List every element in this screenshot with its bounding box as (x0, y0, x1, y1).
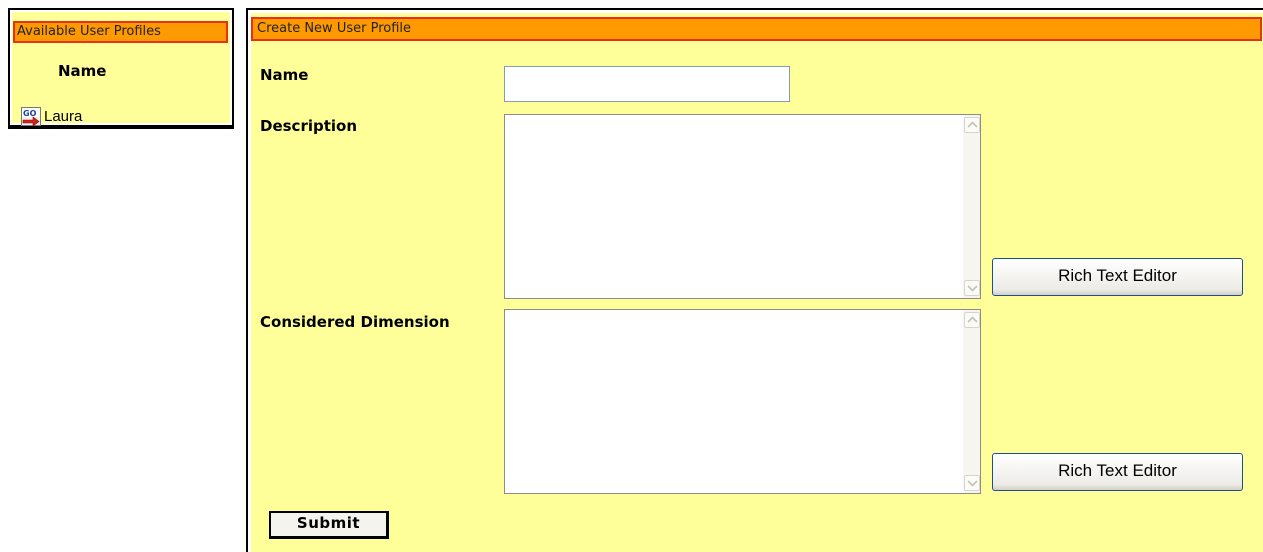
name-input[interactable] (504, 66, 790, 102)
available-profiles-panel: Available User Profiles Name GO Laura (8, 8, 234, 129)
profiles-column-header: Name (58, 62, 107, 80)
considered-dimension-scrollbar[interactable] (963, 310, 980, 493)
considered-dimension-textarea[interactable] (504, 309, 981, 494)
svg-text:GO: GO (23, 109, 37, 118)
description-rich-text-editor-button[interactable]: Rich Text Editor (992, 258, 1243, 296)
scroll-up-icon[interactable] (964, 117, 980, 133)
considered-dimension-text[interactable] (505, 310, 962, 493)
available-profiles-title: Available User Profiles (13, 21, 228, 43)
description-text[interactable] (505, 115, 962, 298)
create-profile-title: Create New User Profile (251, 17, 1262, 41)
go-icon[interactable]: GO (21, 106, 41, 127)
scroll-down-icon[interactable] (964, 475, 980, 491)
considered-dimension-rich-text-editor-button[interactable]: Rich Text Editor (992, 453, 1243, 491)
description-textarea[interactable] (504, 114, 981, 299)
page: Available User Profiles Name GO Laura Cr… (0, 0, 1263, 552)
description-label: Description (260, 117, 358, 135)
create-profile-body: Create New User Profile Name Description… (251, 13, 1263, 552)
available-profiles-body: Available User Profiles Name GO Laura (12, 12, 230, 127)
name-label: Name (260, 66, 309, 84)
submit-button[interactable]: Submit (269, 511, 389, 539)
scroll-up-icon[interactable] (964, 312, 980, 328)
description-scrollbar[interactable] (963, 115, 980, 298)
profile-list-item[interactable]: GO Laura (21, 105, 82, 127)
create-profile-panel: Create New User Profile Name Description… (246, 8, 1263, 552)
scroll-down-icon[interactable] (964, 280, 980, 296)
profile-name[interactable]: Laura (44, 108, 82, 125)
considered-dimension-label: Considered Dimension (260, 313, 450, 331)
